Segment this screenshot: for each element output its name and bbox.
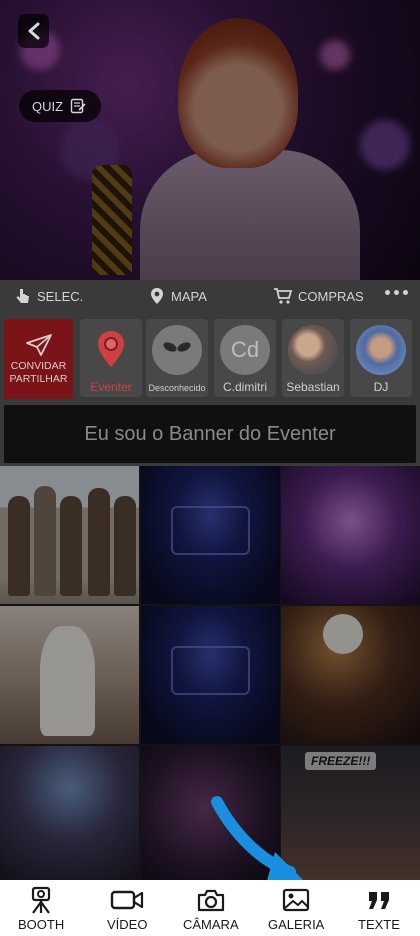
nav-booth[interactable]: BOOTH [18, 886, 64, 932]
invite-label: CONVIDAR [10, 360, 67, 372]
story-label: Eventer [90, 380, 132, 394]
nav-gallery-label: GALERIA [268, 917, 325, 932]
nav-video[interactable]: VÍDEO [107, 886, 147, 932]
avatar [356, 325, 406, 375]
send-icon [25, 334, 52, 356]
invite-share-button[interactable]: CONVIDAR PARTILHAR [4, 319, 73, 399]
select-label: SELEC. [37, 288, 84, 304]
gallery-photo[interactable] [0, 466, 139, 604]
video-camera-icon [111, 890, 144, 910]
story-cdimitri[interactable]: Cd C.dimitri [214, 319, 276, 397]
cart-icon [274, 288, 293, 304]
quote-icon [368, 892, 389, 909]
more-menu-icon[interactable] [385, 290, 408, 295]
alien-avatar-icon [152, 325, 202, 375]
eventer-logo-icon [86, 325, 136, 375]
gallery-photo[interactable] [141, 466, 280, 604]
initials-avatar: Cd [220, 325, 270, 375]
quiz-button[interactable]: QUIZ [19, 90, 101, 122]
story-label: Sebastian [286, 380, 340, 394]
chevron-left-icon [28, 22, 39, 40]
story-label: Desconhecido [148, 383, 206, 393]
story-sebastian[interactable]: Sebastian [282, 319, 344, 397]
map-pin-icon [151, 288, 163, 304]
nav-texte[interactable]: TEXTE [358, 886, 400, 932]
share-label: PARTILHAR [9, 373, 68, 385]
nav-video-label: VÍDEO [107, 917, 148, 932]
story-unknown[interactable]: Desconhecido [146, 319, 208, 397]
avatar [288, 325, 338, 375]
nav-camera[interactable]: CÂMARA [183, 886, 239, 932]
nav-camera-label: CÂMARA [183, 917, 239, 932]
select-button[interactable]: SELEC. [14, 287, 83, 305]
edit-note-icon [70, 98, 86, 114]
gallery-photo[interactable] [0, 606, 139, 744]
stories-bar: CONVIDAR PARTILHAR Eventer Desconhecido … [0, 314, 420, 400]
freeze-sticker: FREEZE!!! [305, 752, 377, 770]
event-banner[interactable]: Eu sou o Banner do Eventer [4, 405, 416, 463]
back-button[interactable] [18, 14, 49, 48]
gallery-photo[interactable] [281, 606, 420, 744]
avatar-initials: Cd [230, 337, 260, 362]
gallery-photo[interactable] [141, 606, 280, 744]
nav-booth-label: BOOTH [18, 917, 65, 932]
story-label: DJ [373, 380, 389, 394]
hero-photo: QUIZ [0, 0, 420, 280]
shop-button[interactable]: COMPRAS [273, 287, 364, 305]
image-gallery-icon [283, 888, 310, 912]
nav-texte-label: TEXTE [358, 917, 400, 932]
bottom-navigation: BOOTH VÍDEO CÂMARA GALERIA TEXTE [0, 880, 420, 936]
nav-gallery[interactable]: GALERIA [268, 886, 324, 932]
story-dj[interactable]: DJ [350, 319, 412, 397]
gallery-photo[interactable] [281, 466, 420, 604]
action-menu: SELEC. MAPA COMPRAS [0, 280, 420, 314]
banner-text: Eu sou o Banner do Eventer [84, 422, 336, 445]
map-button[interactable]: MAPA [148, 287, 207, 305]
hand-pointer-icon [16, 289, 29, 303]
camera-icon [197, 889, 224, 912]
quiz-label: QUIZ [32, 98, 64, 114]
photo-booth-icon [32, 886, 51, 914]
story-label: C.dimitri [223, 380, 267, 394]
map-label: MAPA [171, 288, 207, 304]
shop-label: COMPRAS [298, 288, 364, 304]
story-eventer[interactable]: Eventer [80, 319, 142, 397]
gallery-photo[interactable] [0, 746, 139, 884]
